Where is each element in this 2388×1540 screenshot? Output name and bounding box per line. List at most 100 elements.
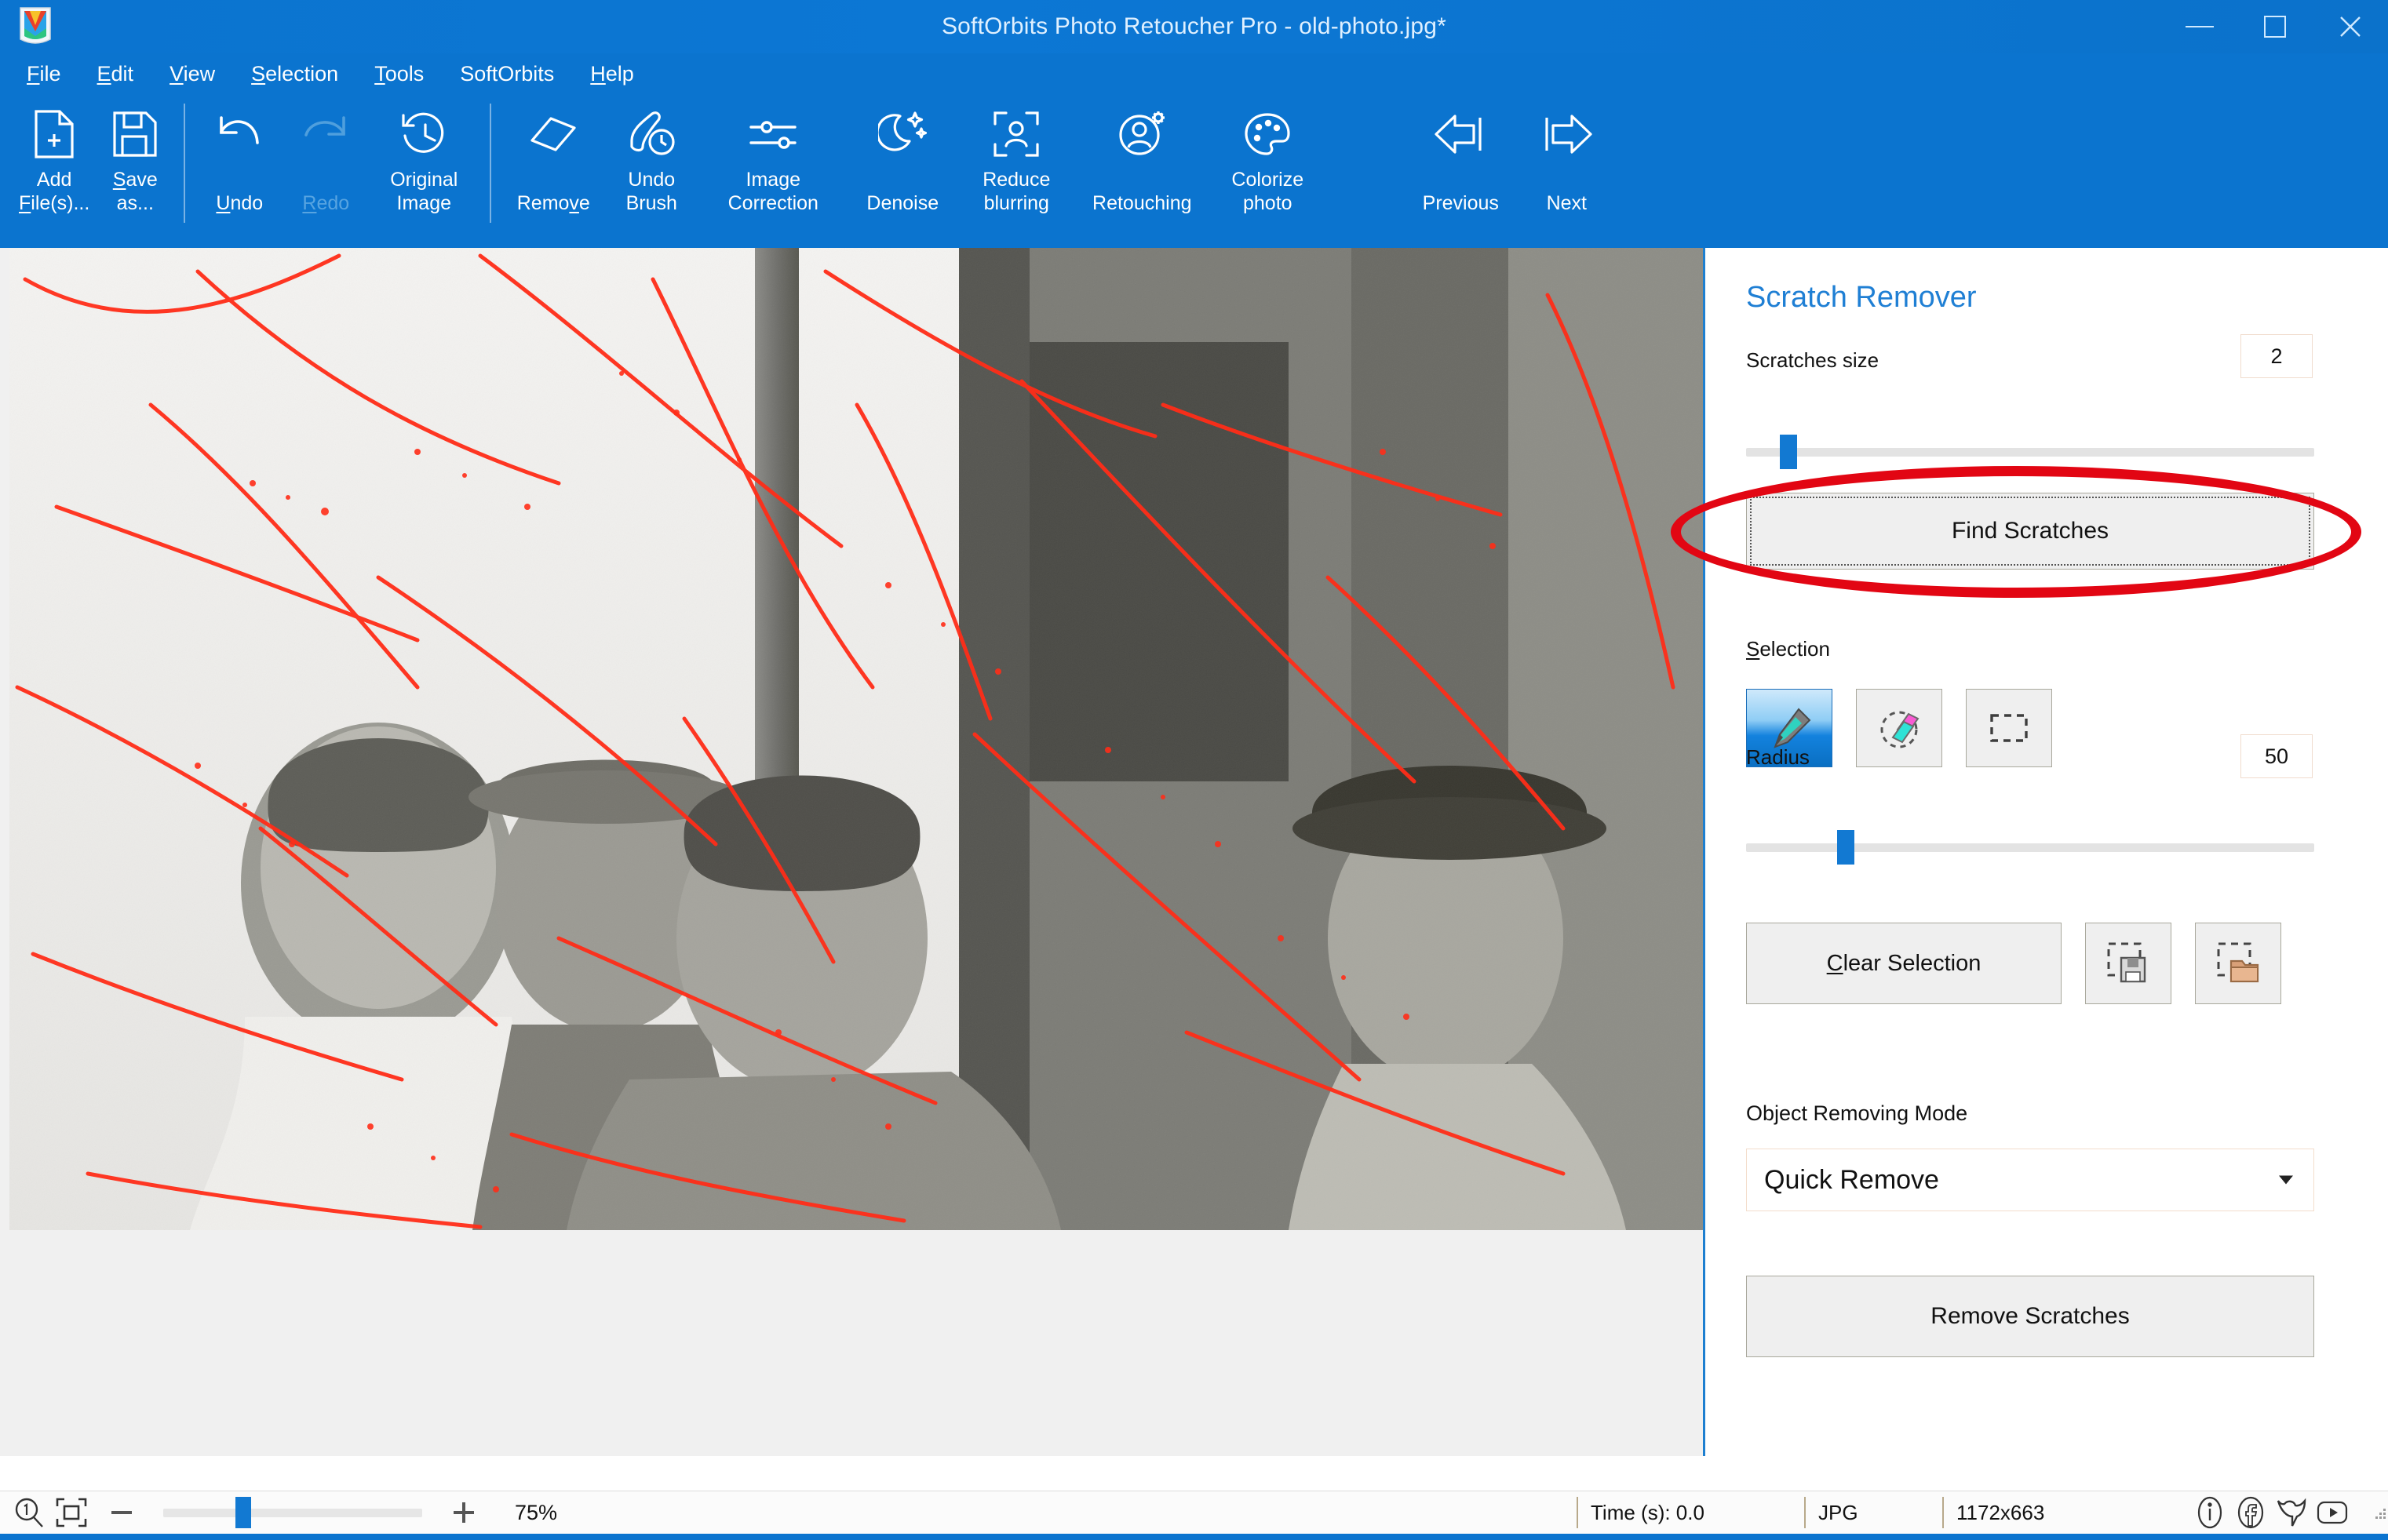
toolbar-separator-2	[490, 104, 492, 223]
redo-button[interactable]: Redo	[283, 94, 369, 215]
eraser-selection-tool-icon	[1880, 711, 1920, 748]
arrow-right-icon	[1539, 108, 1594, 160]
social-links	[2192, 1494, 2388, 1531]
slider-track	[1746, 843, 2314, 852]
menu-item-view[interactable]: View	[168, 59, 217, 89]
format-status: JPG	[1804, 1497, 1942, 1528]
time-status: Time (s): 0.0	[1577, 1497, 1804, 1528]
denoise-button[interactable]: Denoise	[848, 94, 957, 215]
zoom-percent-label: 75%	[515, 1500, 558, 1524]
photo-image	[9, 248, 1703, 1230]
info-icon[interactable]	[2192, 1494, 2228, 1531]
remove-scratches-button[interactable]: Remove Scratches	[1746, 1276, 2314, 1357]
add-files-button[interactable]: Add File(s)...	[11, 94, 97, 215]
arrow-left-icon	[1433, 108, 1488, 160]
plus-icon	[454, 1502, 474, 1523]
palette-icon	[1243, 108, 1292, 160]
focus-ring	[1750, 497, 2310, 566]
rectangle-select-tool-button[interactable]	[1966, 689, 2052, 767]
scratches-size-label: Scratches size	[1746, 348, 1879, 372]
minimize-icon	[2186, 26, 2214, 27]
bottom-accent-bar	[0, 1534, 2388, 1540]
image-canvas-area[interactable]: ⟨ ⟩	[0, 248, 1703, 1456]
title-bar: SoftOrbits Photo Retoucher Pro - old-pho…	[0, 0, 2388, 53]
save-selection-button[interactable]	[2085, 923, 2171, 1004]
colorize-photo-button[interactable]: Colorize photo	[1209, 94, 1326, 215]
youtube-icon[interactable]	[2314, 1494, 2350, 1531]
object-removing-mode-value: Quick Remove	[1764, 1164, 1939, 1195]
menu-item-edit[interactable]: Edit	[96, 59, 136, 89]
radius-value[interactable]: 50	[2240, 734, 2313, 778]
zoom-out-button[interactable]	[105, 1496, 138, 1529]
resize-grip-icon[interactable]	[2371, 1504, 2388, 1521]
maximize-icon	[2264, 16, 2286, 38]
scratches-size-value[interactable]: 2	[2240, 334, 2313, 378]
retouching-button[interactable]: Retouching	[1075, 94, 1209, 215]
minus-icon	[111, 1511, 132, 1514]
menu-item-selection[interactable]: Selection	[250, 59, 340, 89]
menu-bar: File Edit View Selection Tools SoftOrbit…	[0, 53, 2388, 94]
status-bar: 75% Time (s): 0.0 JPG 1172x663	[0, 1491, 2388, 1534]
clear-selection-button[interactable]: Clear Selection	[1746, 923, 2062, 1004]
save-selection-icon	[2107, 942, 2146, 983]
object-removing-mode-select[interactable]: Quick Remove	[1746, 1149, 2314, 1211]
zoom-actual-size-button[interactable]	[13, 1496, 46, 1529]
redo-icon	[298, 108, 353, 160]
add-file-icon	[31, 108, 77, 160]
remove-button[interactable]: Remove	[502, 94, 604, 215]
facebook-icon[interactable]	[2233, 1494, 2269, 1531]
fit-to-window-icon	[56, 1498, 87, 1527]
focus-person-icon	[992, 108, 1041, 160]
maximize-button[interactable]	[2237, 0, 2313, 53]
menu-item-softorbits[interactable]: SoftOrbits	[458, 59, 556, 89]
scratch-remover-panel: Scratch Remover Scratches size 2 Find Sc…	[1671, 248, 2388, 1456]
image-correction-button[interactable]: Image Correction	[698, 94, 848, 215]
close-button[interactable]	[2313, 0, 2388, 53]
photo-preview[interactable]	[9, 248, 1703, 1230]
moon-sparkle-icon	[878, 108, 928, 160]
undo-brush-button[interactable]: Undo Brush	[604, 94, 698, 215]
eraser-icon	[527, 108, 579, 160]
slider-track	[1746, 448, 2314, 457]
zoom-slider[interactable]	[163, 1497, 422, 1528]
panel-title: Scratch Remover	[1746, 281, 1977, 314]
zoom-slider-thumb[interactable]	[235, 1497, 252, 1528]
zoom-in-button[interactable]	[447, 1496, 480, 1529]
zoom-actual-size-icon	[15, 1498, 43, 1527]
menu-label-file-rest: ile	[39, 61, 61, 86]
zoom-controls: 75%	[0, 1496, 557, 1529]
minimize-button[interactable]	[2162, 0, 2237, 53]
window-title: SoftOrbits Photo Retoucher Pro - old-pho…	[941, 13, 1447, 39]
close-icon	[2340, 16, 2361, 37]
scratches-size-slider[interactable]	[1746, 435, 2314, 469]
menu-item-tools[interactable]: Tools	[373, 59, 425, 89]
twitter-icon[interactable]	[2273, 1494, 2310, 1531]
radius-label: Radius	[1746, 745, 1810, 769]
dimensions-status: 1172x663	[1942, 1497, 2170, 1528]
menu-item-help[interactable]: Help	[589, 59, 636, 89]
find-scratches-button[interactable]: Find Scratches	[1746, 493, 2314, 570]
application-window: SoftOrbits Photo Retoucher Pro - old-pho…	[0, 0, 2388, 1540]
fit-to-window-button[interactable]	[55, 1497, 88, 1528]
slider-thumb[interactable]	[1836, 830, 1854, 865]
undo-brush-icon	[625, 108, 677, 160]
open-selection-icon	[2217, 942, 2259, 983]
slider-thumb[interactable]	[1780, 435, 1798, 469]
rectangle-select-tool-icon	[1990, 714, 2028, 742]
radius-slider[interactable]	[1746, 830, 2314, 865]
window-controls	[2162, 0, 2388, 53]
menu-item-file[interactable]: File	[25, 59, 63, 89]
zoom-slider-track	[163, 1509, 422, 1517]
eraser-selection-tool-button[interactable]	[1856, 689, 1942, 767]
remove-scratches-label: Remove Scratches	[1930, 1303, 2130, 1329]
person-gear-icon	[1117, 108, 1166, 160]
original-image-button[interactable]: Original Image	[369, 94, 479, 215]
previous-button[interactable]: Previous	[1402, 94, 1519, 215]
clear-selection-label: Clear Selection	[1826, 950, 1981, 976]
save-as-button[interactable]: Save as...	[97, 94, 173, 215]
reduce-blurring-button[interactable]: Reduce blurring	[957, 94, 1075, 215]
open-selection-button[interactable]	[2195, 923, 2281, 1004]
next-button[interactable]: Next	[1519, 94, 1613, 215]
undo-button[interactable]: Undo	[196, 94, 283, 215]
sliders-icon	[748, 108, 798, 160]
